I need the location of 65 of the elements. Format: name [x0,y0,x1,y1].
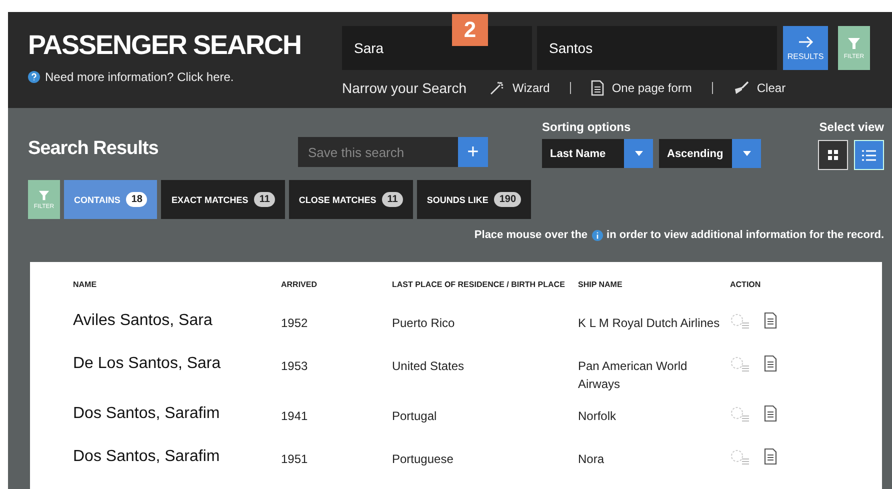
list-icon [862,150,876,160]
column-header: LAST PLACE OF RESIDENCE / BIRTH PLACE [392,280,566,289]
arrow-icon [798,36,814,48]
grid-view-button[interactable] [818,140,848,170]
count-badge: 11 [382,192,403,207]
table-cell-text: United States [392,358,466,375]
table-cell-text: Norfolk [578,408,618,425]
narrow-link[interactable]: One page form [612,81,692,95]
document-icon[interactable] [764,405,777,422]
match-tab[interactable]: EXACT MATCHES 11 [161,180,285,219]
document-icon[interactable] [764,312,777,329]
caret-icon [742,151,750,156]
passenger-name[interactable]: Dos Santos, Sarafim [73,405,281,423]
narrow-link[interactable]: Wizard [512,81,550,95]
callout-badge: 2 [452,14,488,46]
wand-icon [488,81,504,95]
table-cell-text: 1953 [281,358,309,375]
last-name-field[interactable]: Santos [537,26,777,70]
funnel-icon [847,36,861,50]
document-icon[interactable] [764,355,777,372]
list-view-button[interactable] [854,140,884,170]
info-icon [592,230,603,240]
match-tab[interactable]: SOUNDS LIKE 190 [416,180,532,219]
table-cell-text: Portuguese [392,451,454,468]
passenger-name[interactable]: De Los Santos, Sara [73,355,281,373]
count-badge: 11 [254,192,275,207]
hint-text: Place mouse over the [474,229,588,241]
table-cell-text: Pan American World Airways [578,358,688,393]
column-header: SHIP NAME [578,280,624,289]
table-cell-text: 1952 [281,315,309,332]
column-header: ACTION [730,280,762,289]
column-header: ARRIVED [281,280,318,289]
brush-icon [732,81,749,95]
passenger-name[interactable]: Aviles Santos, Sara [73,312,281,330]
help-link[interactable]: Need more information? Click here. [45,70,234,84]
narrow-link[interactable]: Clear [756,81,786,95]
table-cell-text: 1941 [281,408,309,425]
caret-icon [634,151,642,156]
narrow-label: Narrow your Search [342,80,466,96]
table-cell-text: K L M Royal Dutch Airlines [578,315,721,332]
table-cell-text: Puerto Rico [392,315,456,332]
document-icon [590,80,604,96]
count-badge: 18 [126,192,148,207]
add-button[interactable]: + [458,137,488,167]
page-title: PASSENGER SEARCH [28,30,302,61]
sort-field-select[interactable]: Last Name [542,139,653,168]
hint-text: in order to view additional information for the record. [606,229,884,241]
column-header: NAME [73,280,98,289]
match-tab[interactable]: CONTAINS 18 [64,180,158,219]
view-label: Select view [819,120,884,134]
sort-order-select[interactable]: Ascending [659,139,761,168]
results-title: Search Results [28,138,160,160]
passenger-name[interactable]: Dos Santos, Sarafim [73,448,281,466]
grid-icon [828,150,838,160]
sorting-label: Sorting options [542,120,632,134]
table-cell-text: Portugal [392,408,438,425]
table-cell-text: 1951 [281,451,309,468]
match-tab[interactable]: CLOSE MATCHES 11 [288,180,413,219]
count-badge: 190 [494,192,522,207]
help-icon [28,71,40,83]
results-button[interactable]: RESULTS [783,26,828,70]
funnel-icon [38,190,50,200]
document-icon[interactable] [764,448,777,465]
save-search-field[interactable]: Save this search [298,137,458,167]
table-cell-text: Nora [578,451,606,468]
